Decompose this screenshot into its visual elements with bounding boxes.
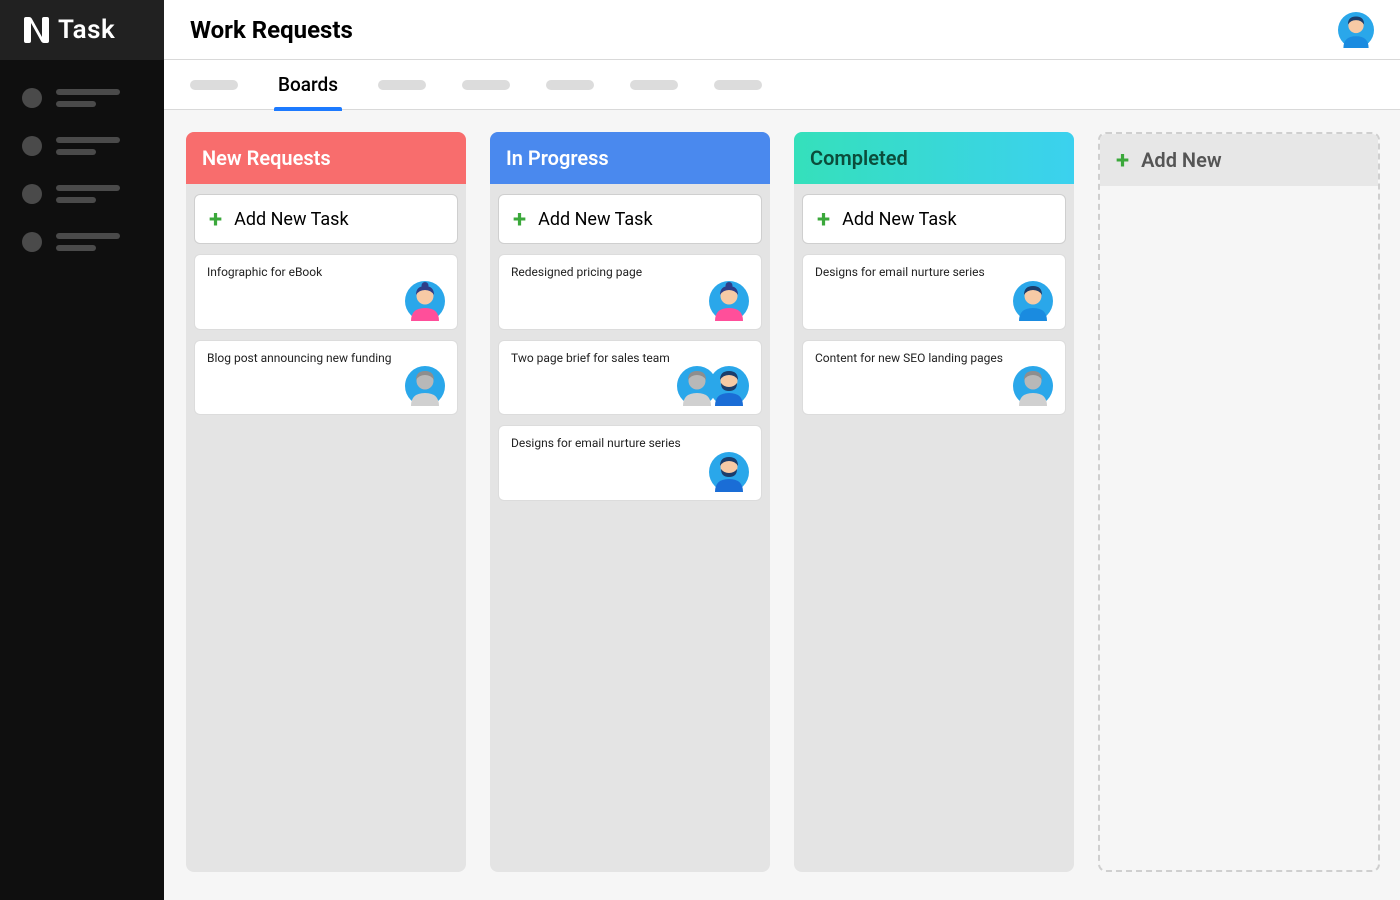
task-title: Blog post announcing new funding [207, 351, 445, 367]
add-task-button[interactable]: + Add New Task [802, 194, 1066, 244]
tab-placeholder[interactable] [546, 80, 594, 90]
column-title: Completed [810, 146, 908, 170]
column-title: New Requests [202, 146, 331, 170]
task-card[interactable]: Blog post announcing new funding [194, 340, 458, 416]
add-task-button[interactable]: + Add New Task [498, 194, 762, 244]
task-title: Redesigned pricing page [511, 265, 749, 281]
brand-name: Task [58, 15, 115, 45]
column-header[interactable]: New Requests [186, 132, 466, 184]
task-assignees [207, 281, 445, 321]
task-title: Two page brief for sales team [511, 351, 749, 367]
task-assignees [815, 281, 1053, 321]
add-column[interactable]: + Add New [1098, 132, 1380, 872]
column-header[interactable]: In Progress [490, 132, 770, 184]
task-title: Content for new SEO landing pages [815, 351, 1053, 367]
board-column: In Progress + Add New Task Redesigned pr… [490, 132, 770, 872]
sidebar-item-3[interactable] [22, 184, 142, 204]
tab-placeholder[interactable] [630, 80, 678, 90]
board-column: Completed + Add New Task Designs for ema… [794, 132, 1074, 872]
column-body: + Add New Task Redesigned pricing page T… [490, 184, 770, 872]
column-body: + Add New Task Designs for email nurture… [794, 184, 1074, 872]
task-title: Designs for email nurture series [511, 436, 749, 452]
topbar: Work Requests [164, 0, 1400, 60]
tab-placeholder[interactable] [190, 80, 238, 90]
assignee-avatar[interactable] [709, 452, 749, 492]
assignee-avatar[interactable] [1013, 366, 1053, 406]
add-task-button[interactable]: + Add New Task [194, 194, 458, 244]
tab-strip: Boards [164, 60, 1400, 110]
assignee-avatar[interactable] [709, 281, 749, 321]
task-card[interactable]: Designs for email nurture series [498, 425, 762, 501]
plus-icon: + [513, 207, 526, 231]
add-column-header[interactable]: + Add New [1100, 134, 1378, 186]
add-column-label: Add New [1141, 148, 1222, 172]
task-card[interactable]: Infographic for eBook [194, 254, 458, 330]
sidebar-item-4[interactable] [22, 232, 142, 252]
main: Work Requests Boards New Requests + Add … [164, 0, 1400, 900]
add-task-label: Add New Task [842, 209, 957, 230]
assignee-avatar[interactable] [709, 366, 749, 406]
task-card[interactable]: Designs for email nurture series [802, 254, 1066, 330]
task-title: Infographic for eBook [207, 265, 445, 281]
user-avatar[interactable] [1338, 12, 1374, 48]
plus-icon: + [1116, 146, 1129, 174]
task-card[interactable]: Content for new SEO landing pages [802, 340, 1066, 416]
board-column: New Requests + Add New Task Infographic … [186, 132, 466, 872]
task-card[interactable]: Redesigned pricing page [498, 254, 762, 330]
task-assignees [815, 366, 1053, 406]
tab-placeholder[interactable] [714, 80, 762, 90]
tab-placeholder[interactable] [378, 80, 426, 90]
tab-placeholder[interactable] [462, 80, 510, 90]
logo-icon [22, 15, 52, 45]
column-header[interactable]: Completed [794, 132, 1074, 184]
assignee-avatar[interactable] [1013, 281, 1053, 321]
tab-boards[interactable]: Boards [274, 60, 342, 110]
assignee-avatar[interactable] [405, 366, 445, 406]
task-assignees [207, 366, 445, 406]
sidebar: Task [0, 0, 164, 900]
task-card[interactable]: Two page brief for sales team [498, 340, 762, 416]
page-title: Work Requests [190, 16, 353, 44]
plus-icon: + [209, 207, 222, 231]
plus-icon: + [817, 207, 830, 231]
brand-logo[interactable]: Task [0, 0, 164, 60]
assignee-avatar[interactable] [405, 281, 445, 321]
task-assignees [511, 281, 749, 321]
task-title: Designs for email nurture series [815, 265, 1053, 281]
add-task-label: Add New Task [234, 209, 349, 230]
task-assignees [511, 366, 749, 406]
task-assignees [511, 452, 749, 492]
add-task-label: Add New Task [538, 209, 653, 230]
tab-label: Boards [278, 73, 338, 96]
column-body: + Add New Task Infographic for eBook Blo… [186, 184, 466, 872]
sidebar-item-2[interactable] [22, 136, 142, 156]
board-area: New Requests + Add New Task Infographic … [164, 110, 1400, 900]
sidebar-item-1[interactable] [22, 88, 142, 108]
column-title: In Progress [506, 146, 609, 170]
